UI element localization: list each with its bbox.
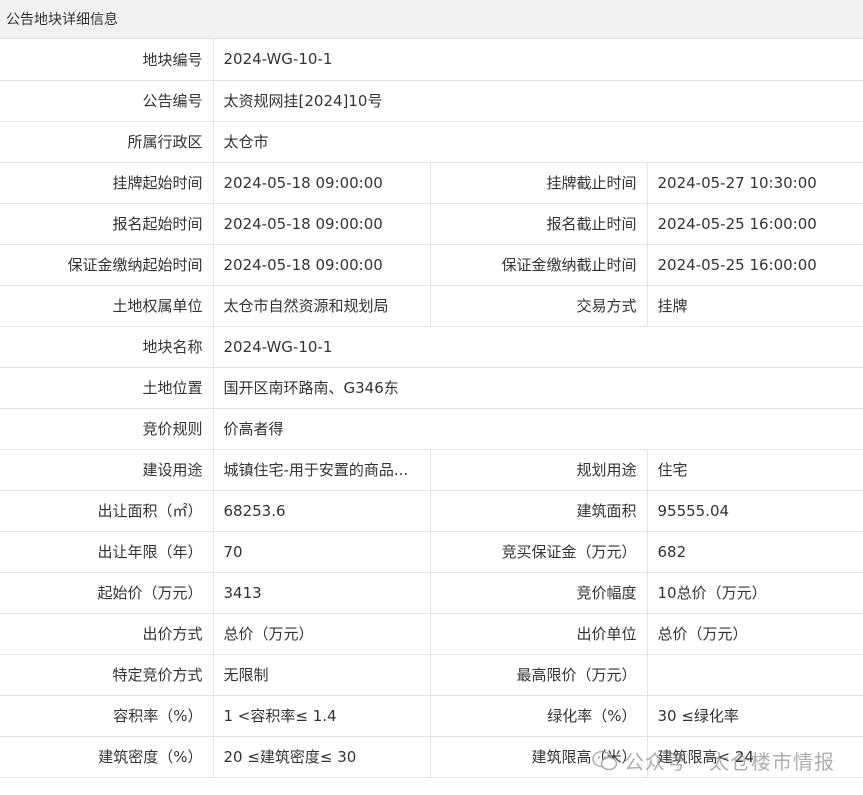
field-label: 最高限价（万元） (429, 653, 648, 696)
field-value: 价高者得 (212, 407, 863, 450)
table-row: 容积率（%） 1 <容积率≤ 1.4 绿化率（%） 30 ≤绿化率 (0, 694, 863, 737)
table-row: 起始价（万元） 3413 竞价幅度 10总价（万元） (0, 571, 863, 614)
table-row: 公告编号 太资规网挂[2024]10号 (0, 79, 863, 122)
field-value: 2024-05-18 09:00:00 (212, 202, 431, 245)
table-row: 建设用途 城镇住宅-用于安置的商品... 规划用途 住宅 (0, 448, 863, 491)
field-value: 城镇住宅-用于安置的商品... (212, 448, 431, 491)
field-value: 95555.04 (646, 489, 863, 532)
field-label: 竞价幅度 (429, 571, 648, 614)
field-value: 建筑限高< 24 (646, 735, 863, 778)
field-label: 出让面积（㎡） (0, 489, 214, 532)
field-label: 挂牌起始时间 (0, 161, 214, 204)
table-row: 地块名称 2024-WG-10-1 (0, 325, 863, 368)
field-value: 2024-05-27 10:30:00 (646, 161, 863, 204)
field-value: 总价（万元） (212, 612, 431, 655)
field-value: 30 ≤绿化率 (646, 694, 863, 737)
field-value: 太仓市自然资源和规划局 (212, 284, 431, 327)
field-value: 10总价（万元） (646, 571, 863, 614)
field-value (646, 653, 863, 696)
field-value: 2024-05-25 16:00:00 (646, 243, 863, 286)
field-value: 2024-WG-10-1 (212, 39, 863, 81)
field-label: 竞价规则 (0, 407, 214, 450)
field-label: 出价单位 (429, 612, 648, 655)
table-row: 地块编号 2024-WG-10-1 (0, 39, 863, 81)
field-value: 2024-05-18 09:00:00 (212, 243, 431, 286)
field-label: 建筑限高（米） (429, 735, 648, 778)
field-value: 总价（万元） (646, 612, 863, 655)
field-label: 规划用途 (429, 448, 648, 491)
field-label: 特定竞价方式 (0, 653, 214, 696)
field-value: 2024-WG-10-1 (212, 325, 863, 368)
field-label: 公告编号 (0, 79, 214, 122)
table-row: 报名起始时间 2024-05-18 09:00:00 报名截止时间 2024-05-2… (0, 202, 863, 245)
field-label: 交易方式 (429, 284, 648, 327)
field-value: 国开区南环路南、G346东 (212, 366, 863, 409)
table-row: 建筑密度（%） 20 ≤建筑密度≤ 30 建筑限高（米） 建筑限高< 24 (0, 735, 863, 778)
panel-header: 公告地块详细信息 (0, 0, 863, 39)
field-value: 住宅 (646, 448, 863, 491)
field-value: 3413 (212, 571, 431, 614)
field-value: 无限制 (212, 653, 431, 696)
field-label: 出价方式 (0, 612, 214, 655)
field-value: 70 (212, 530, 431, 573)
field-value: 2024-05-18 09:00:00 (212, 161, 431, 204)
field-label: 建筑面积 (429, 489, 648, 532)
table-row: 出让年限（年） 70 竞买保证金（万元） 682 (0, 530, 863, 573)
field-label: 地块编号 (0, 39, 214, 81)
table-row: 所属行政区 太仓市 (0, 120, 863, 163)
panel-title: 公告地块详细信息 (6, 12, 118, 28)
field-label: 报名起始时间 (0, 202, 214, 245)
table-row: 出让面积（㎡） 68253.6 建筑面积 95555.04 (0, 489, 863, 532)
field-label: 报名截止时间 (429, 202, 648, 245)
field-label: 土地位置 (0, 366, 214, 409)
table-row: 竞价规则 价高者得 (0, 407, 863, 450)
field-value: 20 ≤建筑密度≤ 30 (212, 735, 431, 778)
field-label: 挂牌截止时间 (429, 161, 648, 204)
field-value: 682 (646, 530, 863, 573)
table-row: 保证金缴纳起始时间 2024-05-18 09:00:00 保证金缴纳截止时间 202… (0, 243, 863, 286)
field-label: 绿化率（%） (429, 694, 648, 737)
field-value: 2024-05-25 16:00:00 (646, 202, 863, 245)
field-value: 挂牌 (646, 284, 863, 327)
field-label: 保证金缴纳起始时间 (0, 243, 214, 286)
field-label: 容积率（%） (0, 694, 214, 737)
field-label: 地块名称 (0, 325, 214, 368)
table-row: 特定竞价方式 无限制 最高限价（万元） (0, 653, 863, 696)
field-label: 起始价（万元） (0, 571, 214, 614)
field-value: 68253.6 (212, 489, 431, 532)
field-value: 太仓市 (212, 120, 863, 163)
field-label: 保证金缴纳截止时间 (429, 243, 648, 286)
field-label: 土地权属单位 (0, 284, 214, 327)
field-label: 建筑密度（%） (0, 735, 214, 778)
field-label: 竞买保证金（万元） (429, 530, 648, 573)
land-info-table: 地块编号 2024-WG-10-1 公告编号 太资规网挂[2024]10号 所属行政区太… (0, 39, 863, 778)
field-label: 所属行政区 (0, 120, 214, 163)
field-label: 出让年限（年） (0, 530, 214, 573)
field-label: 建设用途 (0, 448, 214, 491)
table-row: 土地权属单位 太仓市自然资源和规划局 交易方式 挂牌 (0, 284, 863, 327)
table-row: 出价方式 总价（万元） 出价单位 总价（万元） (0, 612, 863, 655)
field-value: 太资规网挂[2024]10号 (212, 79, 863, 122)
field-value: 1 <容积率≤ 1.4 (212, 694, 431, 737)
table-row: 土地位置 国开区南环路南、G346东 (0, 366, 863, 409)
table-row: 挂牌起始时间 2024-05-18 09:00:00 挂牌截止时间 2024-05-2… (0, 161, 863, 204)
